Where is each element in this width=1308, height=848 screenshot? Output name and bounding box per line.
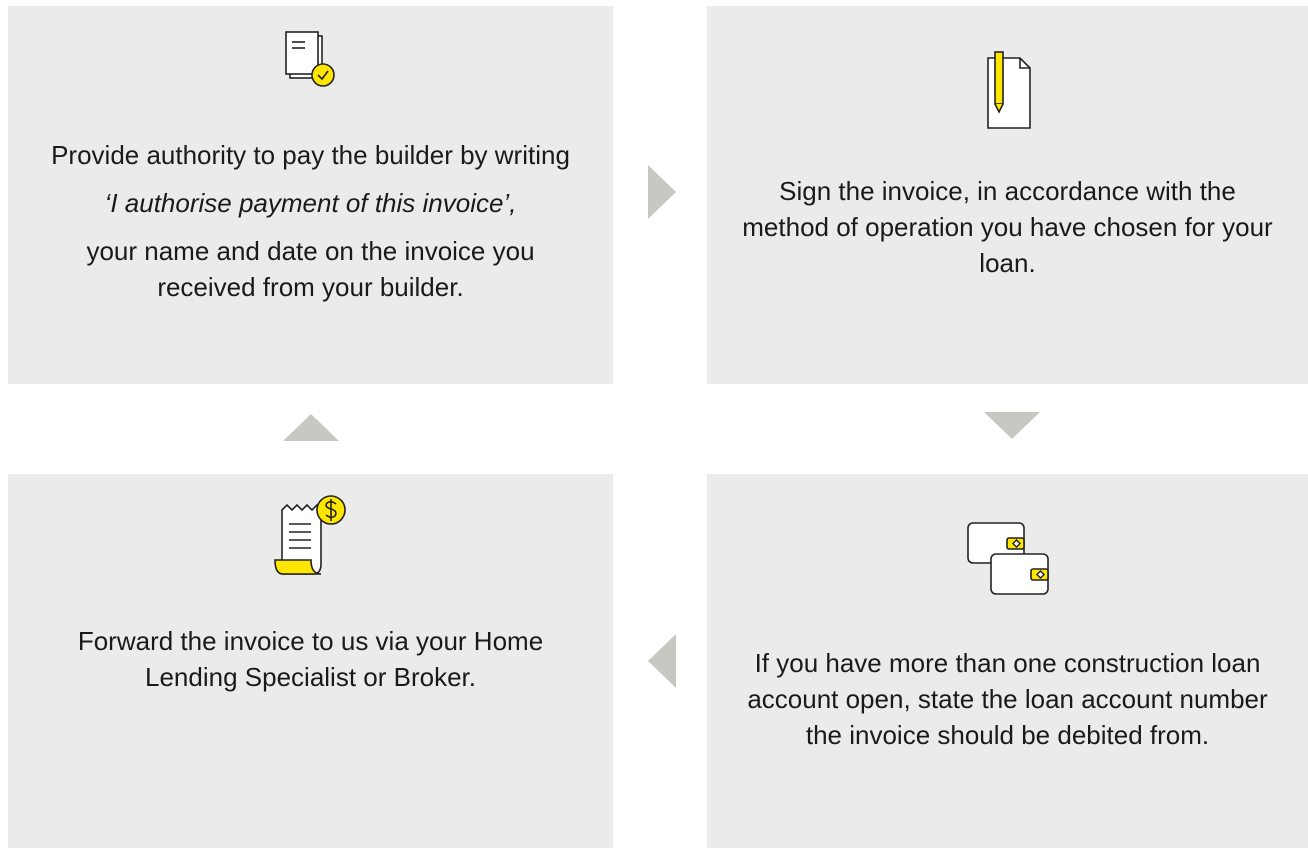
step-card-forward: Forward the invoice to us via your Home … [8,474,613,848]
step-1-detail: your name and date on the invoice you re… [86,236,535,302]
flow-arrow-down [984,412,1040,439]
step-3-text: Forward the invoice to us via your Home … [77,626,544,692]
wallets-icon [963,518,1053,607]
step-card-authorise: Provide authority to pay the builder by … [8,6,613,384]
flow-arrow-left [648,634,676,688]
step-card-sign: Sign the invoice, in accordance with the… [707,6,1308,384]
step-1-text: Provide authority to pay the builder by … [51,140,570,170]
invoice-dollar-icon [261,494,361,589]
document-check-icon [281,30,341,119]
flow-arrow-up [283,414,339,441]
step-card-account-number: If you have more than one construction l… [707,474,1308,848]
document-pen-icon [978,50,1038,141]
flow-arrow-right [648,165,676,219]
step-4-text: If you have more than one construction l… [747,648,1268,750]
step-1-quote: ‘I authorise payment of this invoice’, [104,188,517,218]
step-2-text: Sign the invoice, in accordance with the… [742,176,1273,278]
